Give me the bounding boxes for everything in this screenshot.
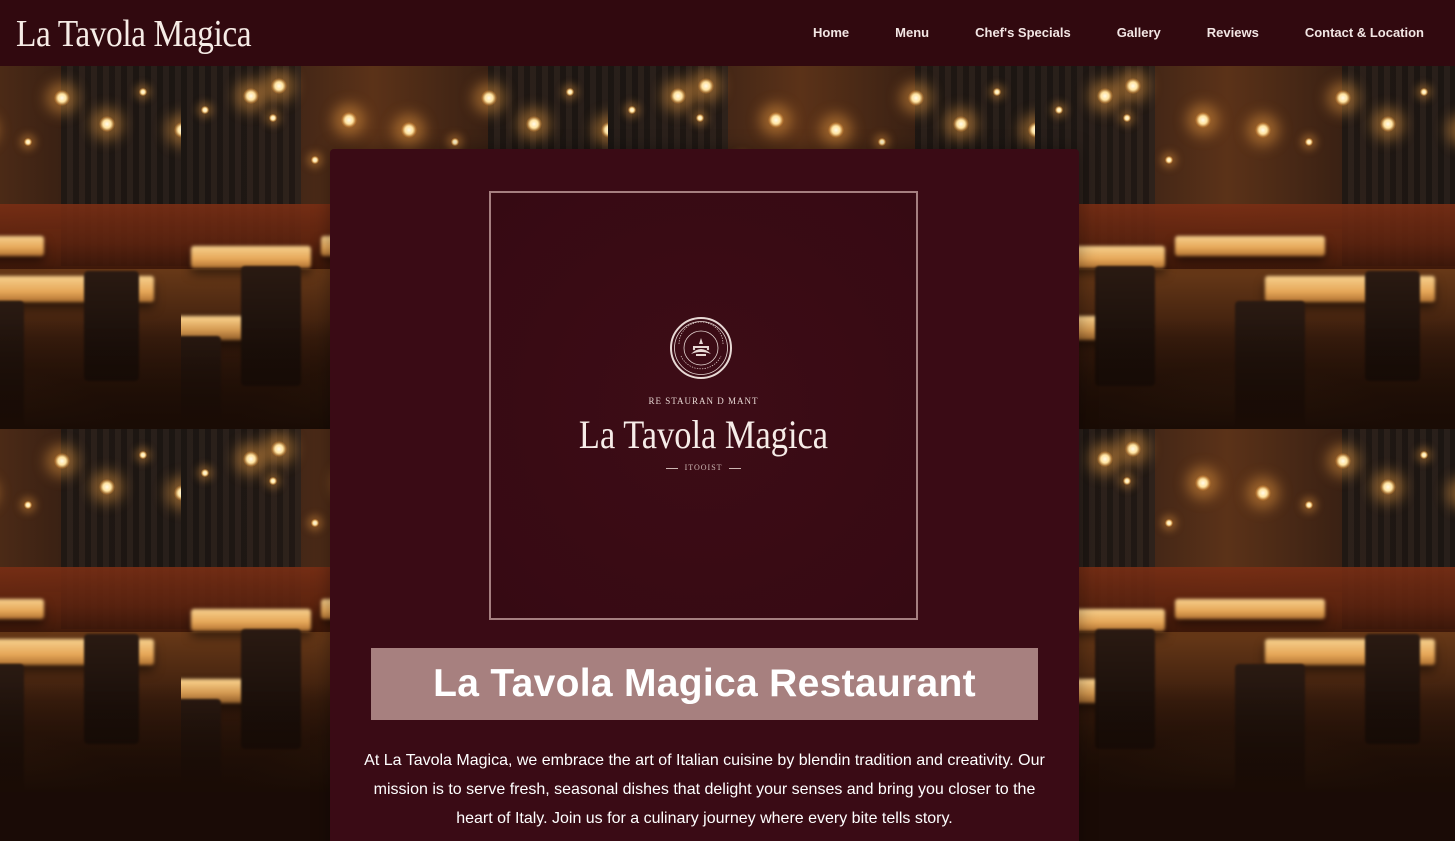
light-bulb-icon [1165,156,1173,164]
light-bulb-icon [99,479,115,495]
light-bulb-icon [311,519,319,527]
light-bulb-icon [696,114,704,122]
light-bulb-icon [54,90,70,106]
restaurant-logo-image: RE STAURAN D MANT La Tavola Magica ITOOI… [489,191,918,620]
light-bulb-icon [24,138,32,146]
light-bulb-icon [1335,453,1351,469]
light-bulb-icon [1123,114,1131,122]
light-bulb-icon [768,112,784,128]
light-bulb-icon [1380,479,1396,495]
nav-chefs-specials-link[interactable]: Chef's Specials [975,25,1071,40]
nav-gallery-link[interactable]: Gallery [1117,25,1161,40]
light-bulb-icon [243,88,259,104]
brand-logo-text[interactable]: La Tavola Magica [16,12,252,56]
background-tile [0,429,181,792]
light-bulb-icon [481,90,497,106]
light-bulb-icon [1165,519,1173,527]
light-bulb-icon [243,451,259,467]
light-bulb-icon [24,501,32,509]
light-bulb-icon [1420,451,1428,459]
tile-table [0,236,44,256]
light-bulb-icon [908,90,924,106]
top-navbar: La Tavola Magica Home Menu Chef's Specia… [0,0,1455,66]
light-bulb-icon [269,477,277,485]
tile-floor [0,683,181,792]
light-bulb-icon [1335,90,1351,106]
rule-line-right [729,467,742,469]
light-bulb-icon [1255,485,1271,501]
light-bulb-icon [139,88,147,96]
light-bulb-icon [451,138,459,146]
logo-sub-label: RE STAURAN D MANT [648,396,759,406]
light-bulb-icon [139,451,147,459]
light-bulb-icon [1255,122,1271,138]
light-bulb-icon [698,78,714,94]
light-bulb-icon [271,441,287,457]
light-bulb-icon [1195,475,1211,491]
light-bulb-icon [269,114,277,122]
light-bulb-icon [953,116,969,132]
logo-bottom-label: ITOOIST [684,463,723,472]
light-bulb-icon [1305,138,1313,146]
main-nav: Home Menu Chef's Specials Gallery Review… [813,25,1424,40]
light-bulb-icon [311,156,319,164]
light-bulb-icon [1195,112,1211,128]
light-bulb-icon [1305,501,1313,509]
tile-table [0,599,44,619]
page-title-banner: La Tavola Magica Restaurant [371,648,1038,720]
tile-floor [1035,683,1455,792]
light-bulb-icon [1125,441,1141,457]
tile-table [1175,599,1325,619]
light-bulb-icon [1123,477,1131,485]
tile-table [191,246,311,268]
logo-bottom-rule: ITOOIST [491,463,916,472]
light-bulb-icon [1097,88,1113,104]
restaurant-homepage: La Tavola Magica Home Menu Chef's Specia… [0,0,1455,841]
light-bulb-icon [54,453,70,469]
light-bulb-icon [1055,106,1063,114]
background-tile [1035,66,1455,429]
light-bulb-icon [341,112,357,128]
light-bulb-icon [271,78,287,94]
tile-floor [0,320,181,429]
light-bulb-icon [828,122,844,138]
light-bulb-icon [878,138,886,146]
background-tile [1035,429,1455,792]
light-bulb-icon [201,469,209,477]
nav-contact-location-link[interactable]: Contact & Location [1305,25,1424,40]
nav-reviews-link[interactable]: Reviews [1207,25,1259,40]
light-bulb-icon [526,116,542,132]
light-bulb-icon [670,88,686,104]
light-bulb-icon [993,88,1001,96]
light-bulb-icon [1125,78,1141,94]
background-tile [0,66,181,429]
intro-paragraph: At La Tavola Magica, we embrace the art … [364,752,1045,827]
light-bulb-icon [1420,88,1428,96]
hero-card: RE STAURAN D MANT La Tavola Magica ITOOI… [330,149,1079,841]
light-bulb-icon [99,116,115,132]
page-title: La Tavola Magica Restaurant [433,662,976,705]
seal-emblem-icon [670,317,732,379]
rule-line-left [665,467,678,469]
light-bulb-icon [628,106,636,114]
tile-table [1175,236,1325,256]
light-bulb-icon [401,122,417,138]
tile-table [191,609,311,631]
light-bulb-icon [1097,451,1113,467]
light-bulb-icon [566,88,574,96]
tile-floor [1035,320,1455,429]
light-bulb-icon [201,106,209,114]
nav-menu-link[interactable]: Menu [895,25,929,40]
light-bulb-icon [1380,116,1396,132]
logo-name-text: La Tavola Magica [578,412,829,457]
nav-home-link[interactable]: Home [813,25,849,40]
